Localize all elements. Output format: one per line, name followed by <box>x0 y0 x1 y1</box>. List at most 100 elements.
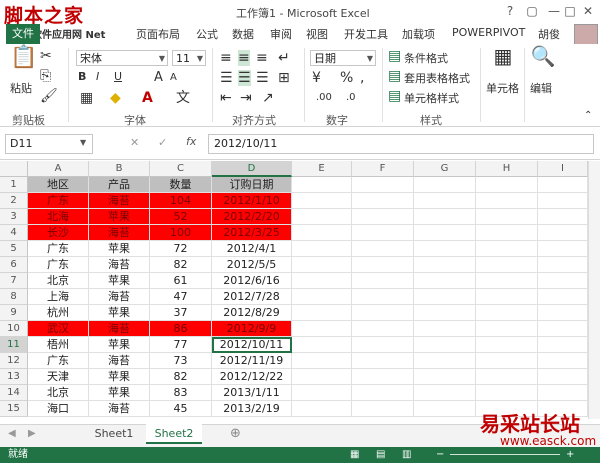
table-cell[interactable]: 2012/5/5 <box>212 257 292 273</box>
empty-cell[interactable] <box>476 289 538 305</box>
align-right-icon[interactable]: ☰ <box>256 70 269 86</box>
ribbon-display-button[interactable]: ▢ <box>522 2 542 20</box>
table-cell[interactable]: 北海 <box>28 209 89 225</box>
table-cell[interactable]: 海苔 <box>89 289 150 305</box>
editing-icon[interactable]: 🔍 <box>530 46 556 74</box>
align-middle-icon[interactable]: ≡ <box>238 50 250 66</box>
font-color-icon[interactable]: A <box>142 90 153 106</box>
cells-button[interactable]: 单元格 <box>486 80 519 96</box>
empty-cell[interactable] <box>292 305 352 321</box>
user-name[interactable]: 胡俊 <box>538 26 560 42</box>
table-header-cell[interactable]: 订购日期 <box>212 177 292 193</box>
empty-cell[interactable] <box>476 353 538 369</box>
row-header-11[interactable]: 11 <box>0 337 28 353</box>
empty-cell[interactable] <box>352 273 414 289</box>
row-header-3[interactable]: 3 <box>0 209 28 225</box>
table-cell[interactable]: 2013/2/19 <box>212 401 292 417</box>
row-header-10[interactable]: 10 <box>0 321 28 337</box>
empty-cell[interactable] <box>476 385 538 401</box>
column-header-a[interactable]: A <box>28 161 89 177</box>
table-cell[interactable]: 82 <box>150 369 212 385</box>
align-bottom-icon[interactable]: ≡ <box>256 50 268 66</box>
empty-cell[interactable] <box>476 241 538 257</box>
table-cell[interactable]: 海苔 <box>89 321 150 337</box>
empty-cell[interactable] <box>352 337 414 353</box>
table-cell[interactable]: 2012/7/28 <box>212 289 292 305</box>
empty-cell[interactable] <box>476 257 538 273</box>
page-break-view-icon[interactable]: ▥ <box>402 447 411 463</box>
increase-indent-icon[interactable]: ⇥ <box>240 90 252 106</box>
table-cell[interactable]: 苹果 <box>89 241 150 257</box>
cancel-entry-icon[interactable]: ✕ <box>130 136 139 149</box>
empty-cell[interactable] <box>292 273 352 289</box>
table-cell[interactable]: 苹果 <box>89 305 150 321</box>
empty-cell[interactable] <box>292 241 352 257</box>
empty-cell[interactable] <box>476 337 538 353</box>
row-header-14[interactable]: 14 <box>0 385 28 401</box>
table-cell[interactable]: 广东 <box>28 193 89 209</box>
normal-view-icon[interactable]: ▦ <box>350 447 359 463</box>
empty-cell[interactable] <box>538 257 588 273</box>
table-cell[interactable]: 2012/12/22 <box>212 369 292 385</box>
empty-cell[interactable] <box>538 385 588 401</box>
align-center-icon[interactable]: ☰ <box>238 70 251 86</box>
chevron-down-icon[interactable]: ▼ <box>80 138 86 147</box>
empty-cell[interactable] <box>352 385 414 401</box>
collapse-ribbon-icon[interactable]: ⌃ <box>584 108 592 124</box>
table-cell[interactable]: 海苔 <box>89 401 150 417</box>
prev-sheet-icon[interactable]: ◀ <box>8 428 16 439</box>
table-cell[interactable]: 45 <box>150 401 212 417</box>
cell-styles-button[interactable]: 单元格样式 <box>404 90 459 106</box>
column-header-f[interactable]: F <box>352 161 414 177</box>
underline-button[interactable]: U <box>114 70 122 83</box>
empty-cell[interactable] <box>476 193 538 209</box>
tab-developer[interactable]: 开发工具 <box>344 26 388 42</box>
table-header-cell[interactable]: 地区 <box>28 177 89 193</box>
empty-cell[interactable] <box>352 193 414 209</box>
table-cell[interactable]: 海苔 <box>89 353 150 369</box>
table-cell[interactable]: 海苔 <box>89 257 150 273</box>
table-cell[interactable]: 北京 <box>28 273 89 289</box>
empty-cell[interactable] <box>414 353 476 369</box>
table-cell[interactable]: 104 <box>150 193 212 209</box>
table-cell[interactable]: 苹果 <box>89 273 150 289</box>
row-header-13[interactable]: 13 <box>0 369 28 385</box>
row-header-1[interactable]: 1 <box>0 177 28 193</box>
empty-cell[interactable] <box>414 193 476 209</box>
table-cell[interactable]: 2012/3/25 <box>212 225 292 241</box>
empty-cell[interactable] <box>352 321 414 337</box>
empty-cell[interactable] <box>352 401 414 417</box>
next-sheet-icon[interactable]: ▶ <box>28 428 36 439</box>
empty-cell[interactable] <box>352 257 414 273</box>
table-cell[interactable]: 广东 <box>28 241 89 257</box>
empty-cell[interactable] <box>352 225 414 241</box>
empty-cell[interactable] <box>292 401 352 417</box>
align-left-icon[interactable]: ☰ <box>220 70 233 86</box>
insert-function-icon[interactable]: fx <box>186 135 196 148</box>
empty-cell[interactable] <box>414 273 476 289</box>
wrap-text-icon[interactable]: ↵ <box>278 50 290 66</box>
empty-cell[interactable] <box>538 321 588 337</box>
empty-cell[interactable] <box>292 193 352 209</box>
empty-cell[interactable] <box>538 289 588 305</box>
conditional-format-button[interactable]: 条件格式 <box>404 50 448 66</box>
table-cell[interactable]: 海苔 <box>89 193 150 209</box>
empty-cell[interactable] <box>538 209 588 225</box>
empty-cell[interactable] <box>414 225 476 241</box>
empty-cell[interactable] <box>352 353 414 369</box>
column-header-i[interactable]: I <box>538 161 588 177</box>
decrease-decimal-icon[interactable]: .0 <box>346 90 356 106</box>
row-header-12[interactable]: 12 <box>0 353 28 369</box>
table-cell[interactable]: 海口 <box>28 401 89 417</box>
table-cell[interactable]: 86 <box>150 321 212 337</box>
table-cell[interactable]: 52 <box>150 209 212 225</box>
tab-page-layout[interactable]: 页面布局 <box>136 26 180 42</box>
table-cell[interactable]: 上海 <box>28 289 89 305</box>
column-header-h[interactable]: H <box>476 161 538 177</box>
tab-powerpivot[interactable]: POWERPIVOT <box>452 26 525 39</box>
table-cell[interactable]: 苹果 <box>89 369 150 385</box>
empty-cell[interactable] <box>414 385 476 401</box>
maximize-button[interactable]: □ <box>560 2 580 20</box>
empty-cell[interactable] <box>538 225 588 241</box>
format-painter-icon[interactable]: 🖌 <box>40 88 58 104</box>
